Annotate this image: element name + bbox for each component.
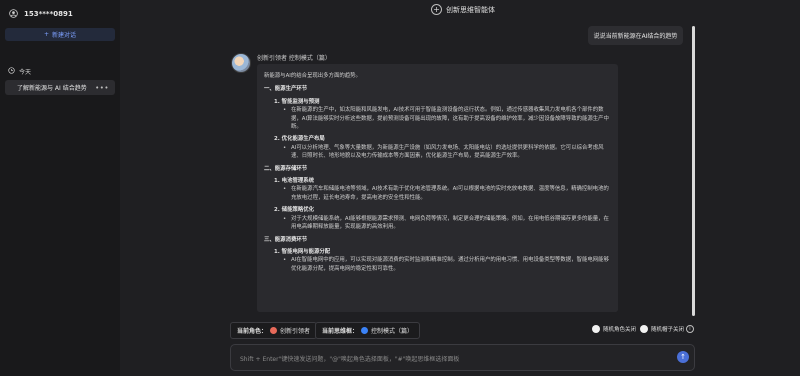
section-title: 二、能源存储环节 <box>264 165 308 172</box>
answer-item: 1. 智能监测与预测 在新能源的生产中，如太阳能和风能发电，AI技术可用于智能监… <box>274 98 611 161</box>
role-dot-icon <box>270 327 278 334</box>
item-title: 2. 优化能源生产布局 <box>274 136 325 143</box>
answer-item: 1. 电池管理系统 在新能源汽车和储能电池等领域，AI技术有助于优化电池管理系统… <box>274 177 611 231</box>
app-title: 创新思维智能体 <box>446 5 495 14</box>
clock-icon <box>8 67 15 76</box>
plus-icon: + <box>43 31 49 38</box>
section-title: 一、能源生产环节 <box>264 86 308 93</box>
random-hat-toggle[interactable]: 随机帽子关闭 <box>640 325 684 333</box>
group-label: 今天 <box>19 69 32 76</box>
mode-selector[interactable]: 当前思维框： 控制模式（篇） <box>315 322 421 339</box>
section-title: 三、能源消费环节 <box>264 236 308 243</box>
item-title: 1. 智能电网与能源分配 <box>274 248 331 255</box>
user-circle-icon <box>9 9 18 18</box>
send-arrow-icon[interactable]: ↑ <box>677 351 689 363</box>
answer-item: 1. 智能电网与能源分配 AI在智能电网中的应用，可以实现对能源消费的实时监测和… <box>274 248 611 273</box>
mode-key: 当前思维框： <box>322 328 359 335</box>
role-value: 创新引领者 <box>280 328 311 335</box>
item-title: 1. 智能监测与预测 <box>274 98 320 105</box>
bot-avatar <box>231 53 251 73</box>
item-body: 在新能源的生产中，如太阳能和风能发电，AI技术可用于智能监测设备的运行状态。例如… <box>283 106 611 131</box>
toggle-role-label: 随机角色关闭 <box>603 327 637 333</box>
conversation-group-header: 今天 <box>8 67 31 76</box>
item-body: 对于大规模储能系统，AI能够根据能源需求预测、电网负荷等情况，制定更合理的储能策… <box>283 215 611 232</box>
answer-fade <box>257 298 618 312</box>
plus-circle-icon[interactable]: + <box>431 4 442 15</box>
bot-name: 创新引领者 控制模式（篇） <box>257 55 331 62</box>
toggle-knob[interactable] <box>592 325 600 333</box>
more-dots-icon[interactable]: ••• <box>95 84 109 92</box>
info-icon[interactable]: i <box>686 325 694 333</box>
user-message: 说说当前新能源在AI结合的趋势 <box>588 26 683 45</box>
new-chat-button[interactable]: + 新建对话 <box>5 28 115 41</box>
toggle-hat-label: 随机帽子关闭 <box>651 327 685 333</box>
bot-answer: 新能源与AI的结合呈现出多方面的趋势。 一、能源生产环节 1. 智能监测与预测 … <box>257 64 618 312</box>
user-name: 153****0891 <box>24 9 73 18</box>
user-account[interactable]: 153****0891 <box>9 9 73 18</box>
app-header: + 创新思维智能体 <box>431 4 495 15</box>
role-selector[interactable]: 当前角色： 创新引领者 <box>230 322 318 339</box>
new-chat-label: 新建对话 <box>52 32 77 39</box>
role-key: 当前角色： <box>237 328 268 335</box>
item-body: AI在智能电网中的应用，可以实现对能源消费的实时监测和精准控制。通过分析用户的用… <box>283 256 611 273</box>
message-input[interactable]: Shift + Enter"键快速发送问题，"@"唤起角色选择面板，"#"唤起思… <box>230 344 695 371</box>
input-placeholder: Shift + Enter"键快速发送问题，"@"唤起角色选择面板，"#"唤起思… <box>240 356 460 363</box>
mode-value: 控制模式（篇） <box>371 328 414 335</box>
item-title: 1. 电池管理系统 <box>274 178 315 185</box>
item-body: 在新能源汽车和储能电池等领域，AI技术有助于优化电池管理系统。AI可以根据电池的… <box>283 185 611 202</box>
conversation-title: 了解新能源与 AI 结合趋势 <box>17 85 87 92</box>
sidebar: 153****0891 + 新建对话 今天 了解新能源与 AI 结合趋势 ••• <box>0 0 120 376</box>
toggle-knob[interactable] <box>640 325 648 333</box>
random-role-toggle[interactable]: 随机角色关闭 <box>592 325 636 333</box>
answer-intro: 新能源与AI的结合呈现出多方面的趋势。 <box>264 73 361 79</box>
conversation-item[interactable]: 了解新能源与 AI 结合趋势 ••• <box>5 80 115 95</box>
item-title: 2. 储能策略优化 <box>274 207 315 214</box>
scrollbar-thumb[interactable] <box>692 26 695 316</box>
item-body: AI可以分析地理、气象等大量数据，为新能源生产设施（如风力发电场、太阳能电站）的… <box>283 144 611 161</box>
mode-dot-icon <box>361 327 369 334</box>
